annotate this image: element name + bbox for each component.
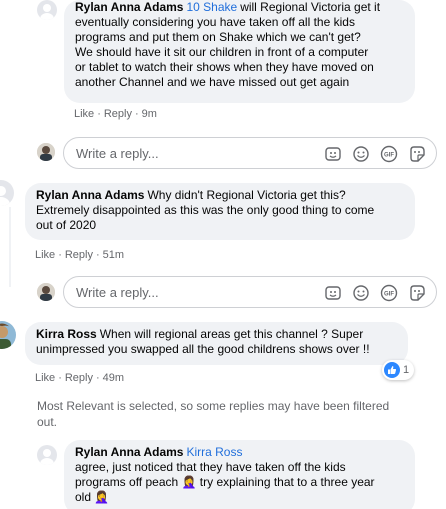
comment-text-line: another Channel and we have missed out g… (75, 75, 350, 89)
reply-input[interactable] (76, 144, 306, 162)
current-user-avatar[interactable] (37, 283, 55, 301)
reply-box: GIF (63, 276, 437, 308)
comment-author[interactable]: Rylan Anna Adams (75, 0, 183, 14)
mention-link[interactable]: 10 Shake (186, 0, 237, 14)
separator: · (95, 372, 100, 384)
separator: · (95, 249, 100, 261)
separator: · (58, 372, 62, 384)
avatar[interactable] (0, 180, 14, 206)
comment-text-line: or tablet to watch their shows when they… (75, 60, 374, 74)
avatar[interactable] (37, 445, 57, 465)
user-photo-icon (37, 143, 55, 161)
reply-tools: GIF (324, 284, 426, 302)
svg-text:GIF: GIF (384, 291, 394, 297)
comment-actions: Like · Reply · 9m (74, 108, 157, 121)
comment-bubble: Rylan Anna Adams 10 Shake will Regional Vi… (64, 0, 415, 103)
like-icon (384, 362, 400, 378)
gif-icon[interactable]: GIF (380, 284, 398, 302)
comment-author[interactable]: Kirra Ross (36, 327, 97, 341)
comment-author[interactable]: Rylan Anna Adams (75, 445, 183, 459)
svg-text:GIF: GIF (384, 152, 394, 158)
comment-bubble: Kirra Ross When will regional areas get t… (25, 322, 408, 365)
avatar[interactable] (0, 321, 16, 349)
reply-tools: GIF (324, 145, 426, 163)
camera-sticker-icon[interactable] (408, 284, 426, 302)
comment-text-line: Extremely disappointed as this was the o… (36, 203, 375, 217)
reply-box: GIF (63, 137, 437, 169)
like-button[interactable]: Like (74, 108, 94, 120)
timestamp[interactable]: 49m (103, 372, 124, 384)
comment-text-line: eventually considering you have taken of… (75, 15, 355, 29)
comment-author[interactable]: Rylan Anna Adams (36, 188, 144, 202)
comment-text-line: unimpressed you swapped all the good chi… (36, 342, 370, 356)
profile-photo-icon (0, 321, 16, 349)
comment-text-line: Why didn't Regional Victoria get this? (147, 188, 346, 202)
comment-bubble: Rylan Anna Adams Kirra Ross agree, just n… (64, 440, 415, 509)
gif-icon[interactable]: GIF (380, 145, 398, 163)
reply-button[interactable]: Reply (104, 108, 132, 120)
user-photo-icon (37, 283, 55, 301)
mention-link[interactable]: Kirra Ross (186, 445, 242, 459)
emoji-icon[interactable] (352, 284, 370, 302)
timestamp[interactable]: 9m (142, 108, 157, 120)
separator: · (97, 108, 101, 120)
comment-text-line: When will regional areas get this channe… (99, 327, 364, 341)
reaction-count-badge[interactable]: 1 (382, 360, 415, 380)
comment-text-line: programs and put them on Shake which we … (75, 30, 361, 44)
reply-input[interactable] (76, 283, 306, 301)
separator: · (58, 249, 62, 261)
like-button[interactable]: Like (35, 372, 55, 384)
like-button[interactable]: Like (35, 249, 55, 261)
comment-actions: Like · Reply · 51m (35, 249, 124, 262)
comment-text-line: agree, just noticed that they have taken… (75, 460, 346, 474)
avatar[interactable] (37, 0, 57, 20)
reply-button[interactable]: Reply (65, 372, 93, 384)
comment-actions: Like · Reply · 49m (35, 372, 124, 385)
filter-notice: Most Relevant is selected, so some repli… (37, 398, 389, 430)
comment-bubble: Rylan Anna Adams Why didn't Regional Vict… (25, 183, 415, 240)
sticker-icon[interactable] (324, 145, 342, 163)
comment-text-line: out of 2020 (36, 218, 97, 232)
emoji-icon[interactable] (352, 145, 370, 163)
comment-text-line: programs off peach 🤦‍♀️ try explaining t… (75, 475, 375, 489)
comment-text-line: will Regional Victoria get it (240, 0, 381, 14)
current-user-avatar[interactable] (37, 143, 55, 161)
comment-text-line: old 🤦‍♀️ (75, 490, 110, 504)
reaction-count: 1 (403, 364, 410, 376)
comment-text-line: We should have it sit our children in fr… (75, 45, 369, 59)
filter-notice-line: out. (37, 415, 58, 429)
thread-line (9, 207, 11, 287)
separator: · (134, 108, 139, 120)
sticker-icon[interactable] (324, 284, 342, 302)
reply-button[interactable]: Reply (65, 249, 93, 261)
filter-notice-line: Most Relevant is selected, so some repli… (37, 399, 390, 413)
camera-sticker-icon[interactable] (408, 145, 426, 163)
timestamp[interactable]: 51m (103, 249, 124, 261)
